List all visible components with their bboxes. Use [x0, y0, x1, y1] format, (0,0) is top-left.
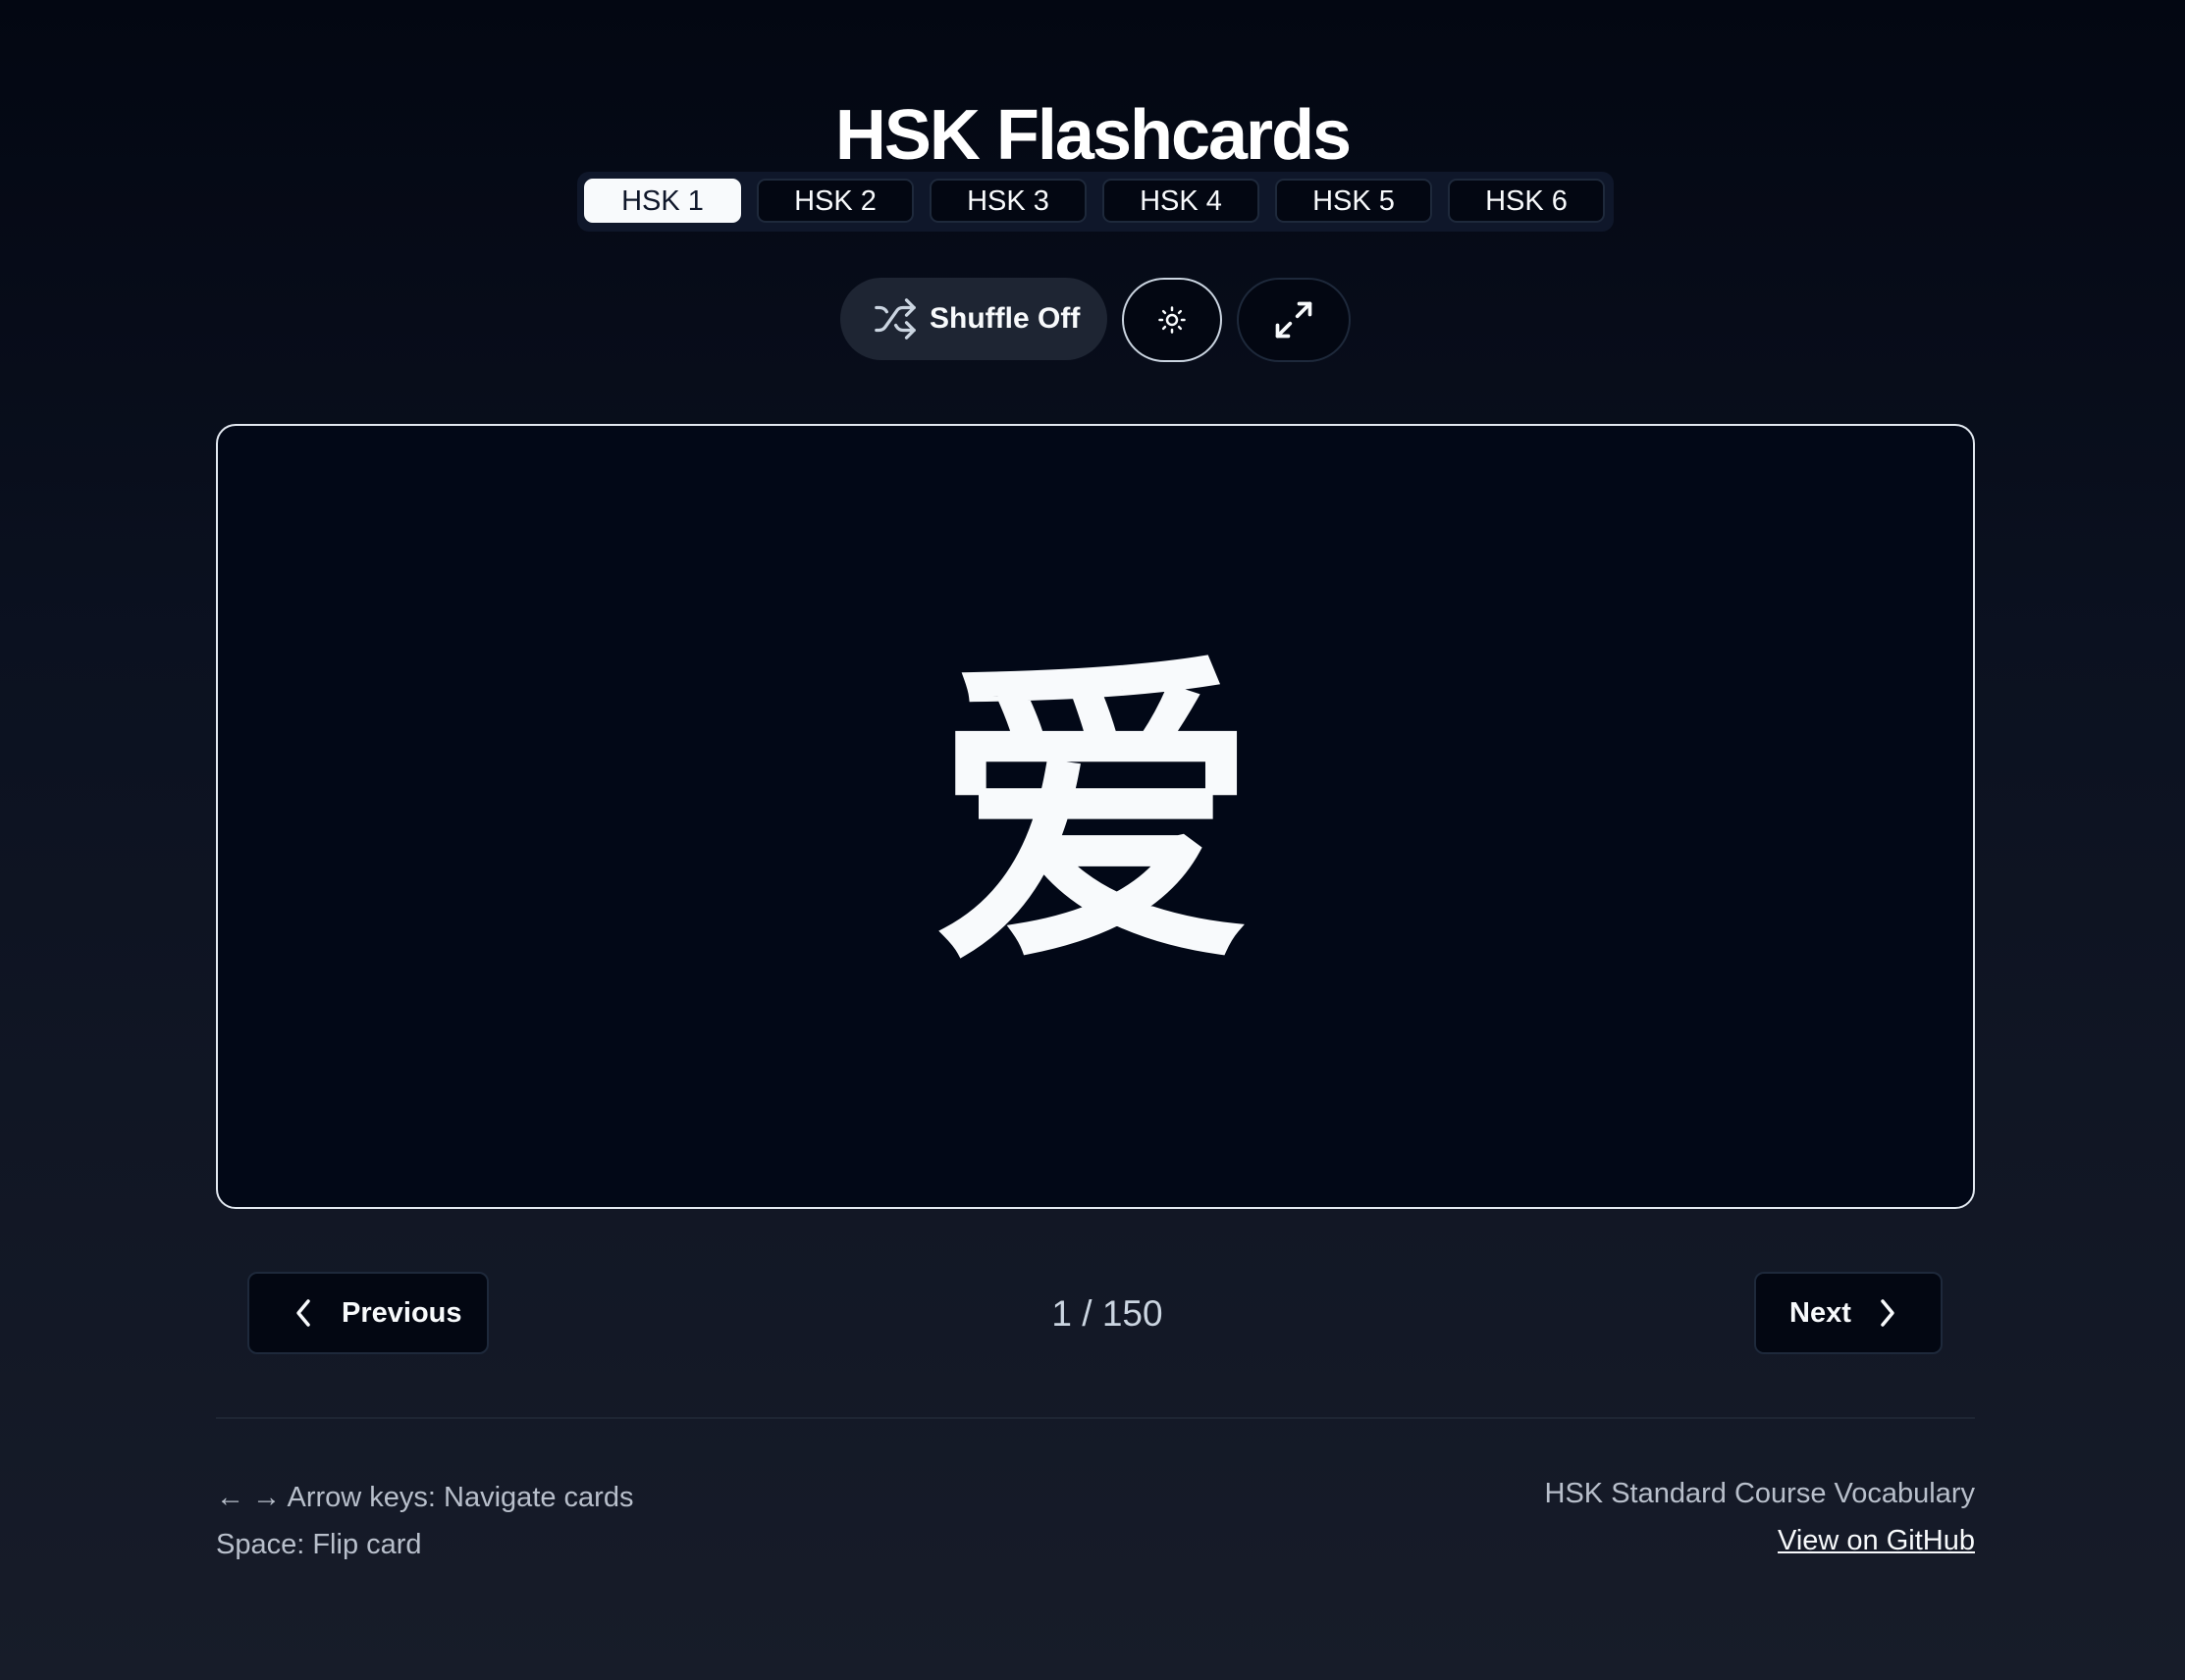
shortcut-navigate: ← → Arrow keys: Navigate cards: [216, 1482, 634, 1513]
shuffle-label: Shuffle Off: [930, 302, 1081, 335]
tab-hsk-4[interactable]: HSK 4: [1102, 179, 1259, 223]
expand-icon: [1272, 298, 1315, 341]
next-button[interactable]: Next: [1754, 1272, 1943, 1354]
tab-hsk-1[interactable]: HSK 1: [584, 179, 741, 223]
github-link[interactable]: View on GitHub: [1778, 1525, 1975, 1556]
shortcut-flip: Space: Flip card: [216, 1529, 422, 1560]
shuffle-icon: [873, 296, 918, 341]
next-label: Next: [1789, 1296, 1851, 1329]
tab-hsk-2[interactable]: HSK 2: [757, 179, 914, 223]
keyboard-shortcuts: ← → Arrow keys: Navigate cards Space: Fl…: [216, 1474, 633, 1568]
vocabulary-source: HSK Standard Course Vocabulary: [1544, 1478, 1975, 1509]
chevron-right-icon: [1877, 1297, 1898, 1329]
shuffle-button[interactable]: Shuffle Off: [840, 278, 1107, 360]
tab-hsk-6[interactable]: HSK 6: [1448, 179, 1605, 223]
hsk-level-tabs: HSK 1 HSK 2 HSK 3 HSK 4 HSK 5 HSK 6: [577, 172, 1614, 232]
flashcard-character: 爱: [933, 628, 1257, 1005]
page-title: HSK Flashcards: [834, 96, 1352, 176]
footer-divider: [216, 1417, 1975, 1419]
sun-icon: [1157, 305, 1187, 335]
theme-toggle-button[interactable]: [1122, 278, 1222, 362]
flashcard[interactable]: 爱: [216, 424, 1975, 1209]
fullscreen-button[interactable]: [1237, 278, 1351, 362]
footer-info: HSK Standard Course Vocabulary View on G…: [1545, 1470, 1975, 1564]
tab-hsk-3[interactable]: HSK 3: [930, 179, 1087, 223]
tab-hsk-5[interactable]: HSK 5: [1275, 179, 1432, 223]
